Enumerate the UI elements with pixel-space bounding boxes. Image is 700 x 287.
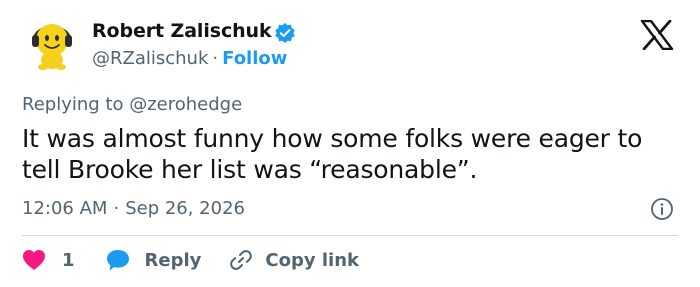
tweet-text: It was almost funny how some folks were … [22, 124, 643, 184]
reply-prefix: Replying to [22, 94, 124, 115]
info-icon[interactable] [650, 197, 674, 221]
like-count: 1 [62, 249, 75, 271]
tweet-timestamp[interactable]: 12:06 AM · Sep 26, 2026 [22, 198, 245, 219]
meta-separator: · [113, 198, 120, 219]
author-name[interactable]: Robert Zalischuk [92, 20, 272, 42]
speech-bubble-icon [105, 248, 131, 272]
heart-icon [22, 249, 46, 271]
handle-separator: · [212, 48, 219, 69]
author-handle-row: @RZalischuk · Follow [92, 48, 287, 69]
reply-label: Reply [144, 249, 202, 271]
like-button[interactable]: 1 [22, 249, 75, 271]
author-handle[interactable]: @RZalischuk [92, 48, 208, 69]
avatar[interactable] [23, 14, 81, 72]
copy-link-label: Copy link [265, 249, 359, 271]
tweet-date: Sep 26, 2026 [125, 198, 245, 219]
link-icon [229, 248, 253, 272]
copy-link-button[interactable]: Copy link [229, 248, 359, 272]
reply-context: Replying to @zerohedge [22, 94, 242, 115]
x-logo-icon[interactable] [640, 19, 674, 51]
divider [22, 235, 678, 236]
tweet-time: 12:06 AM [22, 198, 108, 219]
verified-badge-icon [274, 22, 296, 44]
follow-button[interactable]: Follow [222, 48, 287, 69]
action-bar: 1 Reply Copy link [22, 246, 359, 274]
reply-button[interactable]: Reply [105, 248, 202, 272]
reply-mention-link[interactable]: @zerohedge [129, 94, 242, 115]
